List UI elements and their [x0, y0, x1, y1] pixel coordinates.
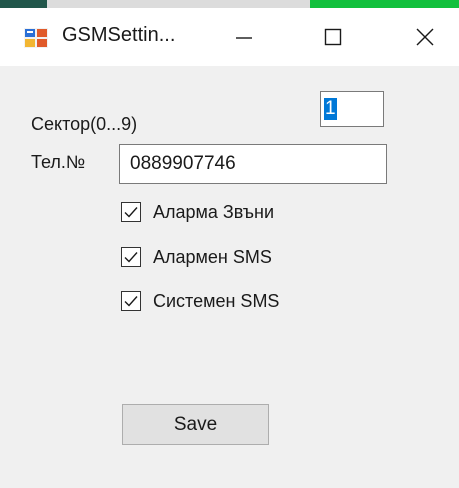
- system-sms-checkbox-row[interactable]: Системен SMS: [121, 289, 279, 313]
- phone-input[interactable]: 0889907746: [119, 144, 387, 184]
- sector-input[interactable]: 1: [320, 91, 384, 127]
- alarm-sms-checkbox[interactable]: [121, 247, 141, 267]
- save-button[interactable]: Save: [122, 404, 269, 445]
- close-icon: [416, 28, 434, 46]
- maximize-button[interactable]: [305, 8, 361, 66]
- alarm-sms-checkbox-row[interactable]: Алармен SMS: [121, 245, 272, 269]
- maximize-icon: [324, 28, 342, 46]
- taskbar-accent-strip: [0, 0, 459, 8]
- phone-label: Тел.№: [31, 152, 86, 172]
- app-window-icon: [24, 28, 48, 48]
- alarm-sms-label: Алармен SMS: [153, 246, 272, 267]
- alarm-call-label: Аларма Звъни: [153, 201, 274, 222]
- window-title: GSMSettin...: [62, 24, 176, 46]
- system-sms-label: Системен SMS: [153, 290, 280, 311]
- minimize-button[interactable]: [216, 8, 272, 66]
- gsm-settings-window: GSMSettin... Сектор(0...9) 1 Тел.№ 08899…: [0, 0, 459, 488]
- checkmark-icon: [124, 207, 138, 218]
- minimize-icon: [236, 37, 252, 39]
- sector-label: Сектор(0...9): [31, 114, 138, 134]
- alarm-call-checkbox-row[interactable]: Аларма Звъни: [121, 200, 274, 224]
- title-bar[interactable]: GSMSettin...: [0, 8, 459, 66]
- phone-value: 0889907746: [130, 153, 236, 174]
- checkmark-icon: [124, 252, 138, 263]
- sector-value: 1: [324, 98, 337, 120]
- close-button[interactable]: [397, 8, 453, 66]
- alarm-call-checkbox[interactable]: [121, 202, 141, 222]
- system-sms-checkbox[interactable]: [121, 291, 141, 311]
- checkmark-icon: [124, 296, 138, 307]
